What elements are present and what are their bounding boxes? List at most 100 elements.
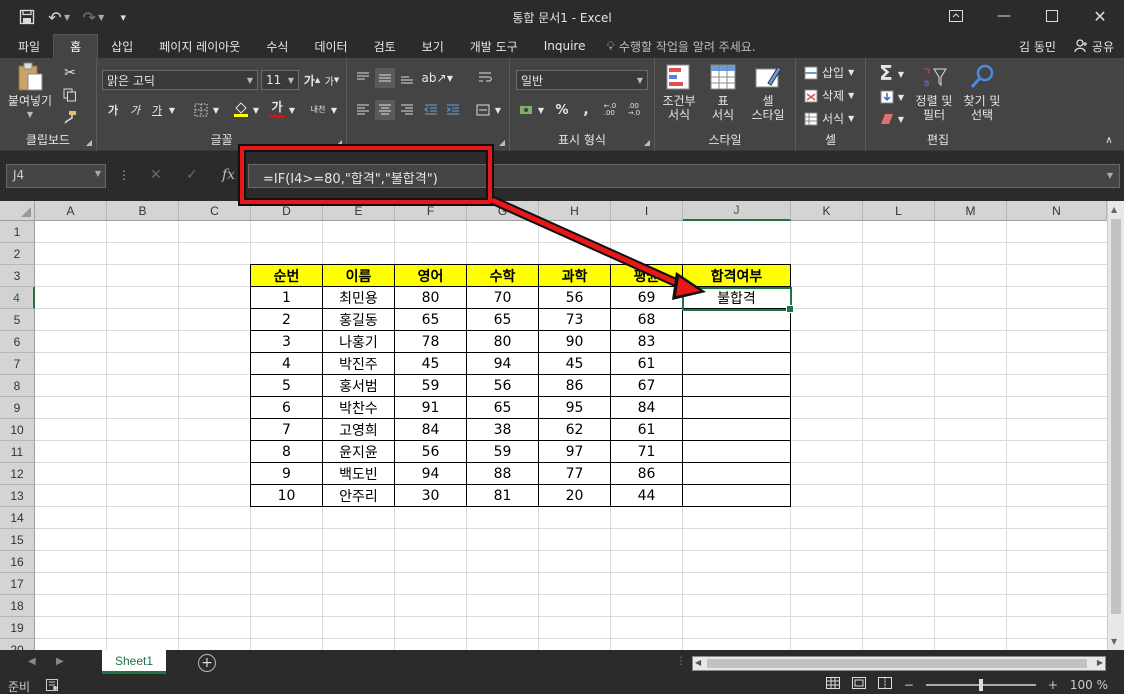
font-color-dropdown-icon[interactable]: ▼ — [287, 100, 297, 120]
sheet-next-icon[interactable]: ▶ — [56, 656, 64, 667]
align-center-icon[interactable] — [375, 100, 395, 120]
select-all-button[interactable] — [0, 201, 35, 221]
column-header-b[interactable]: B — [107, 201, 179, 221]
table-cell[interactable]: 56 — [467, 375, 539, 397]
confirm-entry-icon[interactable]: ✓ — [186, 167, 198, 183]
number-format-select[interactable]: 일반 ▼ — [516, 70, 648, 90]
table-cell[interactable]: 65 — [395, 309, 467, 331]
close-icon[interactable]: ✕ — [1076, 0, 1124, 32]
column-header-c[interactable]: C — [179, 201, 251, 221]
row-header-3[interactable]: 3 — [0, 265, 35, 287]
clipboard-launcher-icon[interactable]: ◢ — [86, 138, 92, 147]
maximize-icon[interactable] — [1028, 0, 1076, 32]
table-cell[interactable]: 83 — [611, 331, 683, 353]
accounting-dropdown-icon[interactable]: ▼ — [536, 100, 546, 120]
add-sheet-icon[interactable]: + — [198, 654, 216, 672]
column-header-i[interactable]: I — [611, 201, 683, 221]
row-header-8[interactable]: 8 — [0, 375, 35, 397]
row-header-2[interactable]: 2 — [0, 243, 35, 265]
table-cell[interactable]: 77 — [539, 463, 611, 485]
table-cell[interactable]: 박진주 — [323, 353, 395, 375]
table-cell[interactable]: 44 — [611, 485, 683, 507]
merge-center-icon[interactable] — [473, 100, 493, 120]
table-cell[interactable]: 1 — [251, 287, 323, 309]
page-layout-view-icon[interactable] — [851, 677, 866, 692]
zoom-slider[interactable] — [925, 678, 1036, 691]
accounting-format-icon[interactable] — [516, 100, 536, 120]
table-cell[interactable]: 20 — [539, 485, 611, 507]
column-header-h[interactable]: H — [539, 201, 611, 221]
conditional-formatting-button[interactable]: 조건부 서식 — [657, 62, 701, 122]
borders-icon[interactable] — [191, 100, 211, 120]
zoom-level[interactable]: 100 % — [1070, 678, 1108, 692]
save-icon[interactable] — [14, 5, 40, 29]
table-cell[interactable]: 68 — [611, 309, 683, 331]
table-cell[interactable]: 38 — [467, 419, 539, 441]
name-box[interactable]: J4 ▼ — [6, 164, 106, 188]
column-header-e[interactable]: E — [323, 201, 395, 221]
tell-me-box[interactable]: 💡︎ 수행할 작업을 알려 주세요. — [607, 34, 756, 58]
autosum-button[interactable]: Σ — [876, 61, 896, 85]
decrease-decimal-icon[interactable]: .00 →.0 — [624, 100, 644, 120]
table-cell[interactable]: 91 — [395, 397, 467, 419]
table-cell[interactable]: 윤지윤 — [323, 441, 395, 463]
table-cell[interactable] — [683, 441, 791, 463]
table-cell[interactable]: 86 — [539, 375, 611, 397]
table-cell[interactable]: 9 — [251, 463, 323, 485]
table-cell[interactable]: 4 — [251, 353, 323, 375]
column-header-d[interactable]: D — [251, 201, 323, 221]
row-header-13[interactable]: 13 — [0, 485, 35, 507]
row-header-6[interactable]: 6 — [0, 331, 35, 353]
table-cell[interactable]: 30 — [395, 485, 467, 507]
expand-formula-bar-icon[interactable]: ▼ — [1107, 171, 1113, 180]
scroll-left-icon[interactable]: ◀ — [695, 658, 701, 667]
paste-dropdown-icon[interactable]: ▼ — [27, 108, 33, 122]
table-cell[interactable] — [683, 463, 791, 485]
table-cell[interactable] — [683, 375, 791, 397]
underline-button[interactable]: 가 — [147, 100, 167, 120]
scroll-up-icon[interactable]: ▲ — [1111, 205, 1117, 214]
grow-font-button[interactable]: 가 ▲ — [303, 70, 321, 90]
tab-view[interactable]: 보기 — [409, 34, 457, 58]
table-cell[interactable]: 71 — [611, 441, 683, 463]
fill-dropdown-icon[interactable]: ▼ — [896, 88, 906, 106]
column-header-n[interactable]: N — [1007, 201, 1107, 221]
table-cell[interactable]: 5 — [251, 375, 323, 397]
table-cell[interactable]: 56 — [539, 287, 611, 309]
redo-dropdown-icon[interactable]: ▼ — [98, 13, 104, 22]
phonetic-dropdown-icon[interactable]: ▼ — [329, 100, 339, 120]
table-cell[interactable]: 90 — [539, 331, 611, 353]
tab-insert[interactable]: 삽입 — [98, 34, 146, 58]
horizontal-scrollbar[interactable]: ◀ ▶ — [692, 656, 1106, 671]
tab-formulas[interactable]: 수식 — [253, 34, 301, 58]
tab-file[interactable]: 파일 — [0, 34, 53, 58]
number-launcher-icon[interactable]: ◢ — [644, 138, 650, 147]
column-header-g[interactable]: G — [467, 201, 539, 221]
table-cell[interactable]: 95 — [539, 397, 611, 419]
paste-button[interactable]: 붙여넣기 ▼ — [4, 62, 56, 122]
alignment-launcher-icon[interactable]: ◢ — [499, 138, 505, 147]
align-left-icon[interactable] — [353, 100, 373, 120]
table-cell[interactable]: 94 — [467, 353, 539, 375]
tab-home[interactable]: 홈 — [53, 34, 99, 58]
table-cell[interactable]: 61 — [611, 353, 683, 375]
user-name[interactable]: 김 동민 — [1019, 38, 1056, 55]
table-cell[interactable]: 나홍기 — [323, 331, 395, 353]
cancel-entry-icon[interactable]: ✕ — [150, 167, 162, 183]
tab-review[interactable]: 검토 — [361, 34, 409, 58]
increase-decimal-icon[interactable]: ←.0.00 — [600, 100, 620, 120]
font-name-select[interactable]: 맑은 고딕 ▼ — [102, 70, 258, 90]
table-cell[interactable]: 61 — [611, 419, 683, 441]
merge-dropdown-icon[interactable]: ▼ — [493, 100, 503, 120]
table-cell[interactable]: 백도빈 — [323, 463, 395, 485]
zoom-in-icon[interactable]: + — [1048, 678, 1058, 692]
ribbon-display-options-icon[interactable] — [932, 0, 980, 32]
row-header-7[interactable]: 7 — [0, 353, 35, 375]
zoom-slider-knob[interactable] — [978, 678, 983, 691]
vertical-scrollbar[interactable]: ▲ ▼ — [1107, 201, 1124, 650]
clear-dropdown-icon[interactable]: ▼ — [896, 110, 906, 128]
table-cell[interactable]: 3 — [251, 331, 323, 353]
table-cell[interactable]: 6 — [251, 397, 323, 419]
table-cell[interactable] — [683, 419, 791, 441]
table-cell[interactable]: 80 — [467, 331, 539, 353]
